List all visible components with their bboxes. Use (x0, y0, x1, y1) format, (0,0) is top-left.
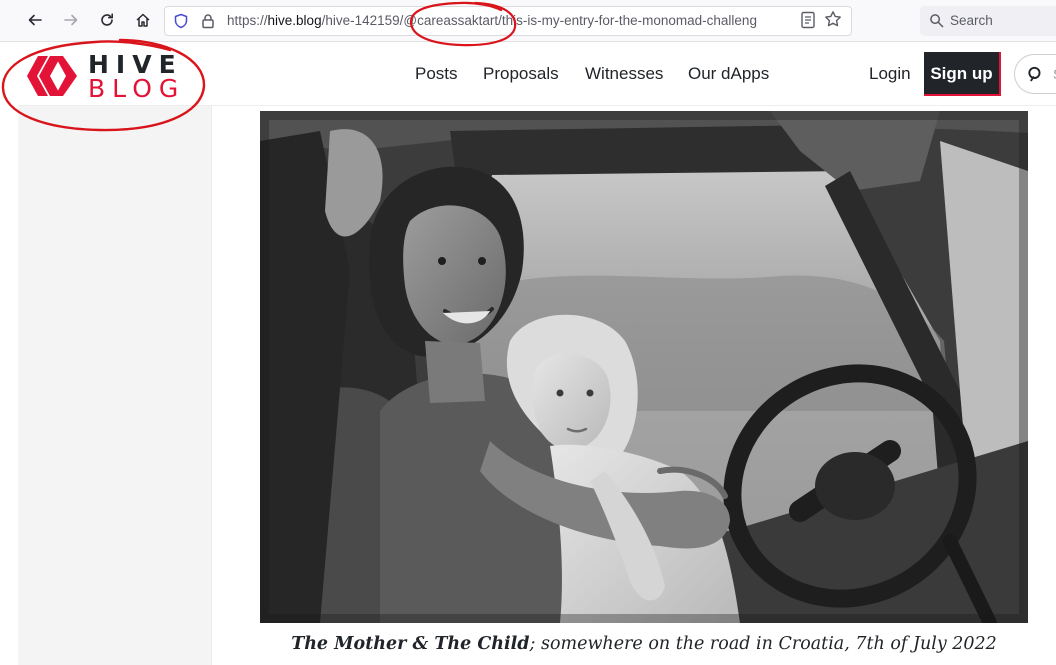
reload-button[interactable] (94, 7, 120, 33)
arrow-right-icon (64, 14, 78, 26)
url-text[interactable]: https://hive.blog/hive-142159/@careassak… (227, 7, 787, 35)
photo-illustration (260, 111, 1028, 623)
post-photo[interactable] (260, 111, 1028, 623)
tracking-shield-icon[interactable] (173, 13, 189, 29)
nav-witnesses[interactable]: Witnesses (585, 42, 663, 106)
caption-detail: ; somewhere on the road in Croatia, 7th … (529, 634, 997, 654)
left-sidebar (18, 106, 212, 665)
caption-title: The Mother & The Child (291, 634, 530, 654)
signup-button[interactable]: Sign up (924, 52, 1001, 96)
search-icon (1028, 66, 1041, 82)
hive-logo-icon (27, 56, 77, 96)
url-host: hive.blog (267, 13, 322, 28)
url-bar[interactable]: https://hive.blog/hive-142159/@careassak… (164, 6, 852, 36)
logo-text-blog: BLOG (88, 74, 186, 103)
home-icon (136, 13, 150, 27)
home-button[interactable] (130, 7, 156, 33)
hive-blog-logo[interactable]: HIVE BLOG (26, 52, 196, 103)
nav-posts[interactable]: Posts (415, 42, 458, 106)
reload-icon (101, 13, 113, 26)
back-button[interactable] (22, 7, 48, 33)
site-search-field[interactable]: S (1014, 54, 1056, 94)
url-prefix: https:// (227, 13, 268, 28)
browser-search-field[interactable]: Search (920, 6, 1056, 36)
nav-our-dapps[interactable]: Our dApps (688, 42, 769, 106)
url-path: /hive-142159/@careassaktart/this-is-my-e… (321, 13, 757, 28)
photo-caption: The Mother & The Child; somewhere on the… (240, 634, 1048, 654)
search-icon (930, 14, 944, 28)
screenshot-root: https://hive.blog/hive-142159/@careassak… (0, 0, 1056, 665)
site-header: HIVE BLOG Posts Proposals Witnesses Our … (18, 42, 1056, 106)
reader-view-icon[interactable] (800, 11, 816, 29)
lock-icon[interactable] (200, 13, 216, 29)
arrow-left-icon (28, 14, 42, 26)
browser-toolbar: https://hive.blog/hive-142159/@careassak… (0, 0, 1056, 42)
page-left-margin (0, 42, 18, 665)
login-link[interactable]: Login (869, 42, 911, 106)
nav-proposals[interactable]: Proposals (483, 42, 559, 106)
bookmark-star-icon[interactable] (824, 10, 842, 28)
forward-button[interactable] (58, 7, 84, 33)
browser-search-label: Search (950, 13, 993, 28)
